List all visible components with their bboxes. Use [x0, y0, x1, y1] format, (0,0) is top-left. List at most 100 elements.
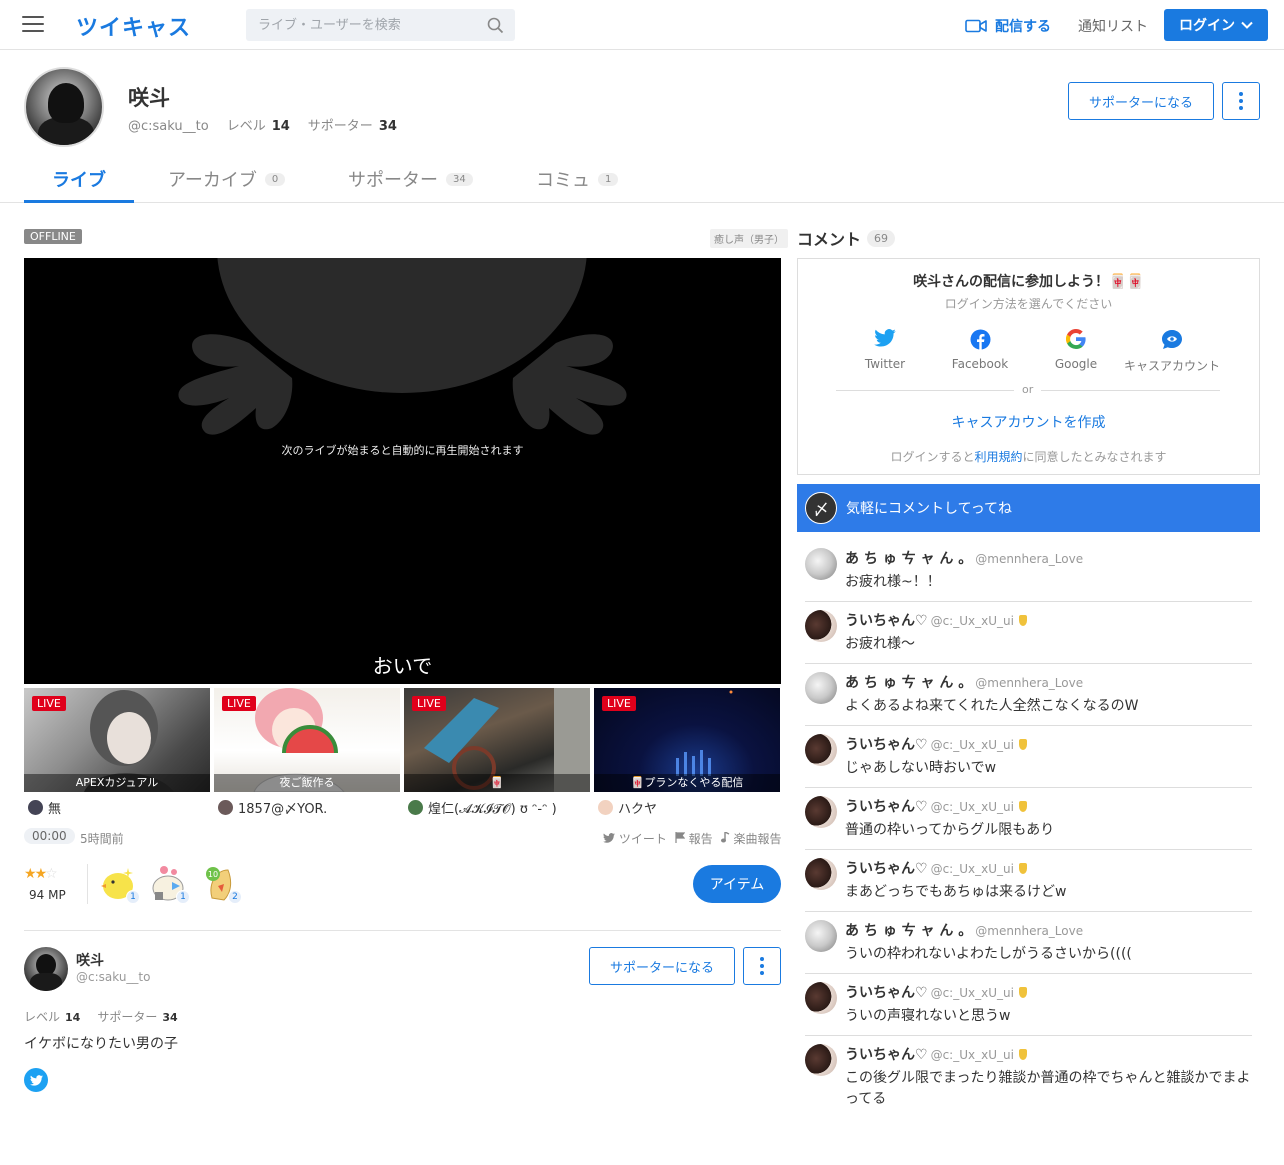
- tab-community[interactable]: コミュ 1: [536, 166, 619, 192]
- commenter-name[interactable]: ういちゃん♡: [845, 613, 928, 629]
- commenter-avatar[interactable]: [805, 672, 837, 704]
- video-player[interactable]: 次のライブが始まると自動的に再生開始されます おいで: [24, 258, 781, 684]
- search-input[interactable]: [246, 9, 476, 41]
- music-note-icon: [720, 831, 730, 843]
- login-google-button[interactable]: Google: [1028, 329, 1124, 371]
- site-logo[interactable]: ツイキャス: [76, 10, 191, 42]
- thumbnail-user[interactable]: 1857@〆YOR.: [218, 798, 327, 817]
- profile-name: 咲斗: [128, 86, 170, 110]
- commenter-name[interactable]: ういちゃん♡: [845, 737, 928, 753]
- gift-item[interactable]: 10 2: [202, 864, 242, 904]
- about-avatar[interactable]: [24, 947, 68, 991]
- thumbnail-user[interactable]: 無: [28, 798, 61, 817]
- profile-id: @c:saku__to: [128, 119, 209, 134]
- commenter-name[interactable]: ういちゃん♡: [845, 1047, 928, 1063]
- comment-item: ういちゃん♡ @c:_Ux_xU_ui 普通の枠いってからグル限もあり: [805, 788, 1252, 850]
- login-cas-account-button[interactable]: キャスアカウント: [1124, 329, 1220, 374]
- login-facebook-button[interactable]: Facebook: [932, 329, 1028, 371]
- thumbnail-user[interactable]: ハクヤ: [598, 798, 657, 817]
- supporter-count[interactable]: 34: [379, 119, 397, 134]
- commenter-avatar[interactable]: [805, 920, 837, 952]
- live-thumbnail[interactable]: LIVE 夜ご飯作る: [214, 688, 400, 792]
- login-twitter-button[interactable]: Twitter: [837, 329, 933, 371]
- become-supporter-button[interactable]: サポーターになる: [1068, 82, 1214, 120]
- gift-item[interactable]: 1: [150, 864, 190, 904]
- commenter-avatar[interactable]: [805, 610, 837, 642]
- supporter-count: 34: [162, 1011, 178, 1024]
- or-separator: or: [1014, 383, 1042, 396]
- commenter-avatar[interactable]: [805, 858, 837, 890]
- player-message: 次のライブが始まると自動的に再生開始されます: [281, 444, 524, 457]
- live-thumbnail[interactable]: LIVE APEXカジュアル: [24, 688, 210, 792]
- notification-list-link[interactable]: 通知リスト: [1078, 16, 1148, 36]
- supporter-label: サポーター: [307, 119, 373, 134]
- become-supporter-button[interactable]: サポーターになる: [589, 947, 735, 985]
- commenter-id: @c:_Ux_xU_ui: [930, 862, 1014, 876]
- terms-post: に同意したとみなされます: [1022, 450, 1167, 464]
- commenter-name[interactable]: あ ち ゅ ㄘ ャ ん 。: [845, 923, 972, 939]
- profile-avatar[interactable]: [24, 67, 104, 147]
- tab-archive[interactable]: アーカイブ 0: [168, 166, 286, 192]
- item-button[interactable]: アイテム: [693, 865, 781, 903]
- terms-pre: ログインすると: [890, 450, 975, 464]
- user-avatar: [218, 800, 233, 815]
- commenter-id: @mennhera_Love: [975, 676, 1084, 690]
- tab-label: サポーター: [348, 170, 438, 191]
- thumbnail-caption: APEXカジュアル: [24, 774, 210, 792]
- medal-icon: [1018, 801, 1027, 812]
- mp-value: 94 MP: [29, 888, 66, 902]
- commenter-name[interactable]: ういちゃん♡: [845, 861, 928, 877]
- video-camera-icon: [965, 19, 987, 33]
- twitter-profile-link[interactable]: [24, 1068, 48, 1092]
- commenter-avatar[interactable]: [805, 982, 837, 1014]
- cas-account-icon: [1162, 330, 1182, 349]
- commenter-id: @mennhera_Love: [975, 552, 1084, 566]
- supporter-label: サポーター: [97, 1010, 158, 1024]
- commenter-name[interactable]: あ ち ゅ ㄘ ャ ん 。: [845, 675, 972, 691]
- broadcast-button[interactable]: 配信する: [965, 16, 1051, 36]
- thumbnail-caption: 🀄プランなくやる配信: [594, 774, 780, 792]
- gift-item[interactable]: 1: [100, 864, 140, 904]
- commenter-avatar[interactable]: [805, 734, 837, 766]
- thumbnail-user[interactable]: 煌仁(𝓐𝓚𝓘𝓣𝓞) ʊ ᵔ-ᵔ ): [408, 798, 557, 817]
- comment-item: ういちゃん♡ @c:_Ux_xU_ui お疲れ様〜: [805, 602, 1252, 664]
- category-tag[interactable]: 癒し声（男子）: [710, 229, 788, 248]
- login-prompt-title: 咲斗さんの配信に参加しよう！🀄🀄: [913, 274, 1144, 290]
- more-options-button[interactable]: [743, 947, 781, 985]
- comment-input-placeholder: 気軽にコメントしてってね: [846, 501, 1013, 517]
- mascot-silhouette-icon: [178, 258, 627, 435]
- create-cas-account-link[interactable]: キャスアカウントを作成: [798, 412, 1259, 432]
- related-lives: LIVE APEXカジュアル 無 LIVE 夜ご飯作る 1857@〆YOR. L…: [24, 688, 781, 818]
- commenter-avatar[interactable]: [805, 1044, 837, 1076]
- about-name[interactable]: 咲斗: [76, 950, 104, 970]
- login-option-label: Facebook: [951, 357, 1009, 371]
- facebook-icon: [970, 329, 990, 350]
- commenter-avatar[interactable]: [805, 796, 837, 828]
- commenter-name[interactable]: あ ち ゅ ㄘ ャ ん 。: [845, 551, 972, 567]
- comment-text: よくあるよね来てくれた人全然こなくなるのW: [845, 698, 1139, 714]
- live-thumbnail[interactable]: LIVE 🀄: [404, 688, 590, 792]
- menu-icon[interactable]: [22, 16, 44, 34]
- tab-live[interactable]: ライブ: [52, 166, 106, 192]
- tweet-link[interactable]: ツイート: [603, 830, 667, 847]
- elapsed-time: 00:00: [24, 828, 75, 844]
- login-prompt: 咲斗さんの配信に参加しよう！🀄🀄 ログイン方法を選んでください Twitter …: [797, 258, 1260, 475]
- profile-bio: イケボになりたい男の子: [24, 1036, 178, 1052]
- active-tab-indicator: [24, 200, 134, 203]
- level-value: 14: [271, 119, 290, 134]
- commenter-name[interactable]: ういちゃん♡: [845, 799, 928, 815]
- more-options-button[interactable]: [1222, 82, 1260, 120]
- commenter-name[interactable]: ういちゃん♡: [845, 985, 928, 1001]
- terms-link[interactable]: 利用規約: [974, 450, 1022, 464]
- report-link[interactable]: 報告: [675, 830, 713, 847]
- thumbnail-caption: 🀄: [404, 774, 590, 792]
- tab-supporter[interactable]: サポーター 34: [348, 166, 473, 192]
- login-button[interactable]: ログイン: [1164, 9, 1268, 41]
- comment-text: ういの枠われないよわたしがうるさいから((((: [845, 946, 1132, 962]
- search-icon[interactable]: [487, 17, 504, 34]
- comment-input[interactable]: 〆 気軽にコメントしてってね: [797, 484, 1260, 532]
- commenter-avatar[interactable]: [805, 548, 837, 580]
- live-thumbnail[interactable]: LIVE 🀄プランなくやる配信: [594, 688, 780, 792]
- music-report-link[interactable]: 楽曲報告: [720, 830, 782, 847]
- level-label: レベル: [226, 119, 266, 134]
